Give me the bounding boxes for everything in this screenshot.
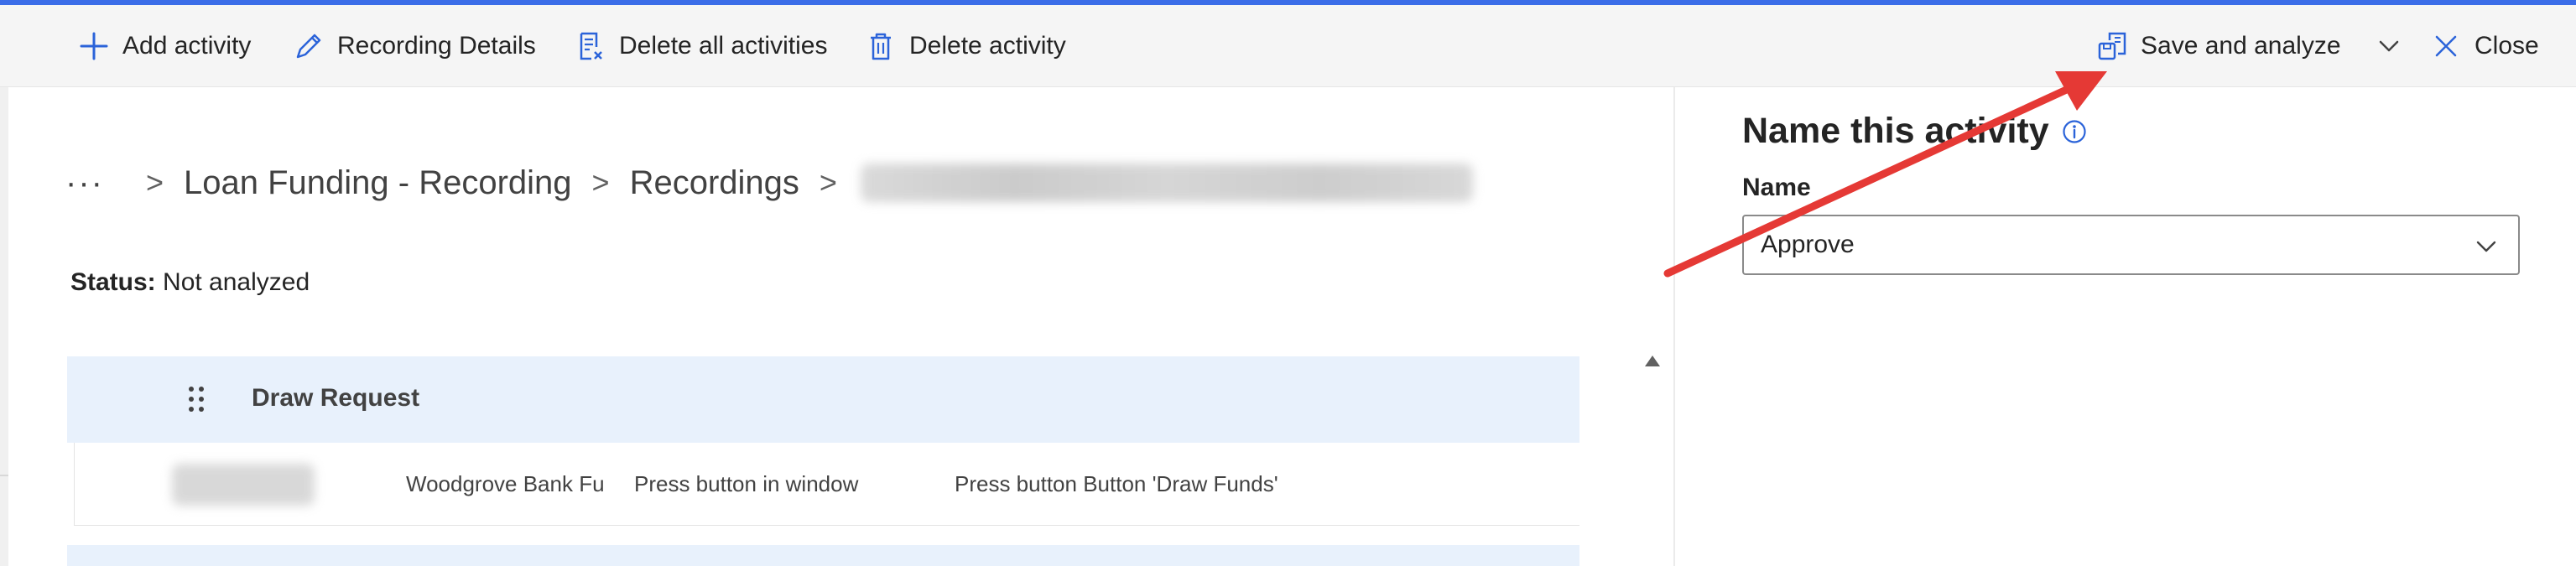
add-activity-label: Add activity (122, 32, 252, 60)
activity-group-header[interactable] (67, 545, 1579, 566)
trash-icon (864, 29, 898, 63)
save-and-analyze-label: Save and analyze (2141, 32, 2341, 60)
chevron-down-icon (2372, 29, 2406, 63)
breadcrumb-separator: > (591, 165, 610, 200)
left-edge-divider (0, 475, 8, 476)
delete-all-activities-label: Delete all activities (619, 32, 828, 60)
save-and-analyze-button[interactable]: Save and analyze (2095, 27, 2341, 65)
status-label: Status: (70, 268, 156, 296)
command-bar: Add activity Recording Details Delete al… (0, 5, 2576, 87)
activity-group-title: Draw Request (252, 384, 420, 412)
plus-icon (77, 29, 111, 63)
document-delete-icon (574, 29, 607, 63)
row-redacted-cell (172, 464, 315, 506)
add-activity-button[interactable]: Add activity (77, 27, 251, 65)
activity-details-panel (1675, 87, 2576, 566)
breadcrumb-separator: > (819, 165, 837, 200)
left-edge-strip (0, 87, 8, 566)
info-icon[interactable] (2061, 118, 2088, 145)
panel-title-text: Name this activity (1742, 111, 2049, 151)
row-application-cell: Woodgrove Bank Fu (406, 471, 605, 496)
delete-activity-label: Delete activity (909, 32, 1066, 60)
recording-details-label: Recording Details (337, 32, 536, 60)
pencil-icon (292, 29, 325, 63)
delete-activity-button[interactable]: Delete activity (864, 27, 1066, 65)
status-value: Not analyzed (163, 268, 310, 296)
recording-details-button[interactable]: Recording Details (292, 27, 536, 65)
delete-all-activities-button[interactable]: Delete all activities (574, 27, 827, 65)
breadcrumb-separator: > (145, 165, 164, 200)
close-icon (2429, 29, 2463, 63)
save-options-dropdown[interactable] (2372, 27, 2406, 65)
row-description-cell: Press button Button 'Draw Funds' (955, 471, 1278, 496)
scroll-up-icon[interactable] (1642, 351, 1663, 371)
status-line: Status: Not analyzed (70, 268, 310, 297)
breadcrumb-current-redacted (860, 164, 1473, 202)
breadcrumb-item-loan-funding[interactable]: Loan Funding - Recording (184, 164, 572, 202)
save-analyze-icon (2095, 29, 2129, 63)
close-button[interactable]: Close (2429, 27, 2539, 65)
panel-title: Name this activity (1742, 111, 2088, 152)
breadcrumb-item-recordings[interactable]: Recordings (630, 164, 799, 202)
row-action-cell: Press button in window (634, 471, 859, 496)
drag-handle-icon[interactable] (186, 384, 206, 414)
breadcrumb: ··· > Loan Funding - Recording > Recordi… (65, 159, 1473, 206)
activity-name-select[interactable]: Approve (1742, 215, 2520, 275)
name-field-label: Name (1742, 174, 1811, 201)
activity-name-value: Approve (1761, 231, 1855, 258)
chevron-down-icon (2475, 235, 2498, 258)
close-label: Close (2475, 32, 2539, 60)
breadcrumb-overflow-button[interactable]: ··· (65, 164, 104, 202)
